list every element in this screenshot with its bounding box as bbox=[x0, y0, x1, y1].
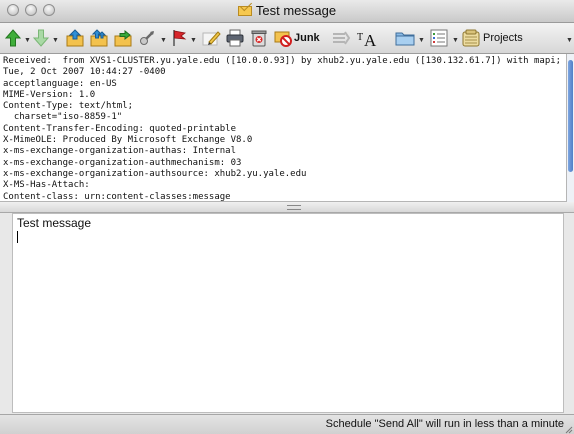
edit-pencil-icon bbox=[202, 31, 221, 46]
splitter-grip-icon[interactable] bbox=[287, 205, 301, 210]
up-arrow-icon bbox=[5, 29, 21, 47]
previous-message-button[interactable] bbox=[4, 27, 22, 49]
folder-dropdown-icon[interactable]: ▼ bbox=[418, 37, 425, 44]
print-button[interactable] bbox=[224, 27, 246, 49]
reply-all-icon bbox=[90, 29, 108, 47]
message-window: Test message ▼ ▼ ▼ ▼ Junk T A ▼ ▼ Projec… bbox=[0, 0, 574, 434]
rules-icon bbox=[333, 31, 351, 45]
redirect-button[interactable] bbox=[138, 27, 158, 49]
header-line: x-ms-exchange-organization-authsource: x… bbox=[3, 168, 307, 179]
envelope-icon bbox=[237, 6, 252, 16]
header-line: Content-class: urn:content-classes:messa… bbox=[3, 191, 231, 202]
rules-button[interactable] bbox=[330, 27, 352, 49]
flag-button[interactable] bbox=[170, 27, 188, 49]
delete-button[interactable] bbox=[248, 27, 270, 49]
move-to-folder-button[interactable] bbox=[394, 27, 416, 49]
window-title-container: Test message bbox=[0, 3, 574, 18]
toolbar: ▼ ▼ ▼ ▼ Junk T A ▼ ▼ Projects ▼ bbox=[0, 23, 574, 54]
next-message-button[interactable] bbox=[32, 27, 50, 49]
categories-button[interactable] bbox=[428, 27, 450, 49]
header-line: charset="iso-8859-1" bbox=[3, 112, 123, 123]
previous-dropdown-icon[interactable]: ▼ bbox=[24, 37, 31, 44]
svg-text:T: T bbox=[357, 32, 363, 43]
redirect-dropdown-icon[interactable]: ▼ bbox=[160, 37, 167, 44]
junk-label: Junk bbox=[294, 32, 320, 44]
printer-icon bbox=[226, 29, 244, 47]
window-title: Test message bbox=[255, 3, 337, 18]
status-bar: Schedule "Send All" will run in less tha… bbox=[0, 414, 574, 434]
header-line: Content-Transfer-Encoding: quoted-printa… bbox=[3, 123, 236, 134]
projects-button[interactable]: Projects bbox=[462, 27, 566, 49]
resize-grip-icon[interactable] bbox=[565, 426, 573, 434]
text-caret bbox=[17, 231, 18, 243]
down-arrow-icon bbox=[33, 29, 49, 47]
status-text: Schedule "Send All" will run in less tha… bbox=[325, 418, 564, 430]
projects-icon bbox=[462, 29, 480, 47]
header-line: X-MS-Has-Attach: bbox=[3, 180, 90, 191]
folder-icon bbox=[395, 32, 415, 46]
header-line: MIME-Version: 1.0 bbox=[3, 89, 96, 100]
svg-text:A: A bbox=[364, 31, 377, 47]
font-size-button[interactable]: TA bbox=[356, 27, 380, 49]
forward-button[interactable] bbox=[112, 27, 134, 49]
message-body-editor[interactable]: Test message bbox=[12, 213, 564, 413]
title-bar: Test message bbox=[0, 0, 574, 23]
redirect-icon bbox=[140, 31, 154, 45]
header-line: x-ms-exchange-organization-authmechanism… bbox=[3, 157, 242, 168]
headers-scrollbar[interactable] bbox=[566, 54, 574, 202]
header-line: X-MimeOLE: Produced By Microsoft Exchang… bbox=[3, 135, 253, 146]
message-headers-pane[interactable]: Received: from XVS1-CLUSTER.yu.yale.edu … bbox=[0, 54, 566, 202]
header-line: Content-Type: text/html; bbox=[3, 101, 134, 112]
flag-dropdown-icon[interactable]: ▼ bbox=[190, 37, 197, 44]
edit-message-button[interactable] bbox=[200, 27, 222, 49]
header-line: Received: from XVS1-CLUSTER.yu.yale.edu … bbox=[3, 56, 562, 66]
reply-all-button[interactable] bbox=[88, 27, 110, 49]
text-size-icon: TA bbox=[357, 31, 377, 47]
forward-icon bbox=[114, 29, 132, 47]
projects-dropdown-icon[interactable]: ▼ bbox=[566, 37, 573, 44]
junk-mail-icon bbox=[274, 31, 292, 47]
reply-button[interactable] bbox=[64, 27, 86, 49]
categories-dropdown-icon[interactable]: ▼ bbox=[452, 37, 459, 44]
reply-icon bbox=[66, 29, 84, 47]
next-dropdown-icon[interactable]: ▼ bbox=[52, 37, 59, 44]
headers-scroll-thumb[interactable] bbox=[568, 60, 573, 172]
trash-icon bbox=[251, 30, 267, 47]
header-line: x-ms-exchange-organization-authas: Inter… bbox=[3, 146, 236, 157]
header-line: Tue, 2 Oct 2007 10:44:27 -0400 bbox=[3, 67, 166, 78]
category-list-icon bbox=[430, 29, 448, 47]
projects-label: Projects bbox=[483, 32, 523, 44]
message-body-text: Test message bbox=[17, 216, 92, 230]
flag-icon bbox=[173, 30, 187, 46]
junk-button[interactable]: Junk bbox=[274, 27, 326, 49]
header-line: acceptlanguage: en-US bbox=[3, 78, 117, 89]
pane-splitter[interactable] bbox=[0, 202, 574, 213]
